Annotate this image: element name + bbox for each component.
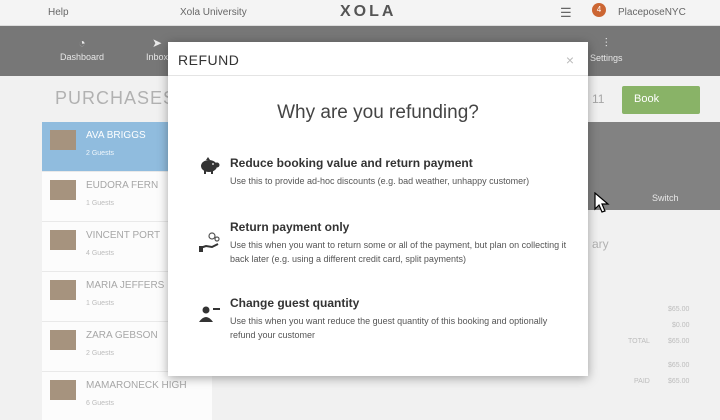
list-menu-icon[interactable]: ☰ [560,5,572,21]
option-description: Use this to provide ad-hoc discounts (e.… [230,176,530,186]
notification-badge[interactable]: 4 [592,3,606,17]
refund-modal: REFUND × Why are you refunding? Reduce b… [168,42,588,376]
option-description: Use this when you want reduce the guest … [230,316,548,340]
user-menu[interactable]: PlaceposeNYC [618,7,686,18]
close-icon[interactable]: × [566,52,574,68]
option-label: Change guest quantity [230,296,360,310]
piggy-bank-icon [201,157,220,174]
hand-coins-icon [199,232,220,252]
modal-header: REFUND × [168,42,588,76]
mouse-cursor-icon [594,192,610,213]
help-link[interactable]: Help [48,7,69,18]
option-description: Use this when you want to return some or… [230,240,567,264]
university-link[interactable]: Xola University [180,7,247,18]
xola-logo[interactable]: XOLA [340,3,396,21]
top-bar: Help Xola University XOLA ☰ 4 PlaceposeN… [0,0,720,26]
guest-remove-icon [199,306,220,322]
option-label: Reduce booking value and return payment [230,156,473,170]
option-label: Return payment only [230,220,350,234]
refund-question: Why are you refunding? [277,102,479,123]
modal-title: REFUND [178,52,240,68]
